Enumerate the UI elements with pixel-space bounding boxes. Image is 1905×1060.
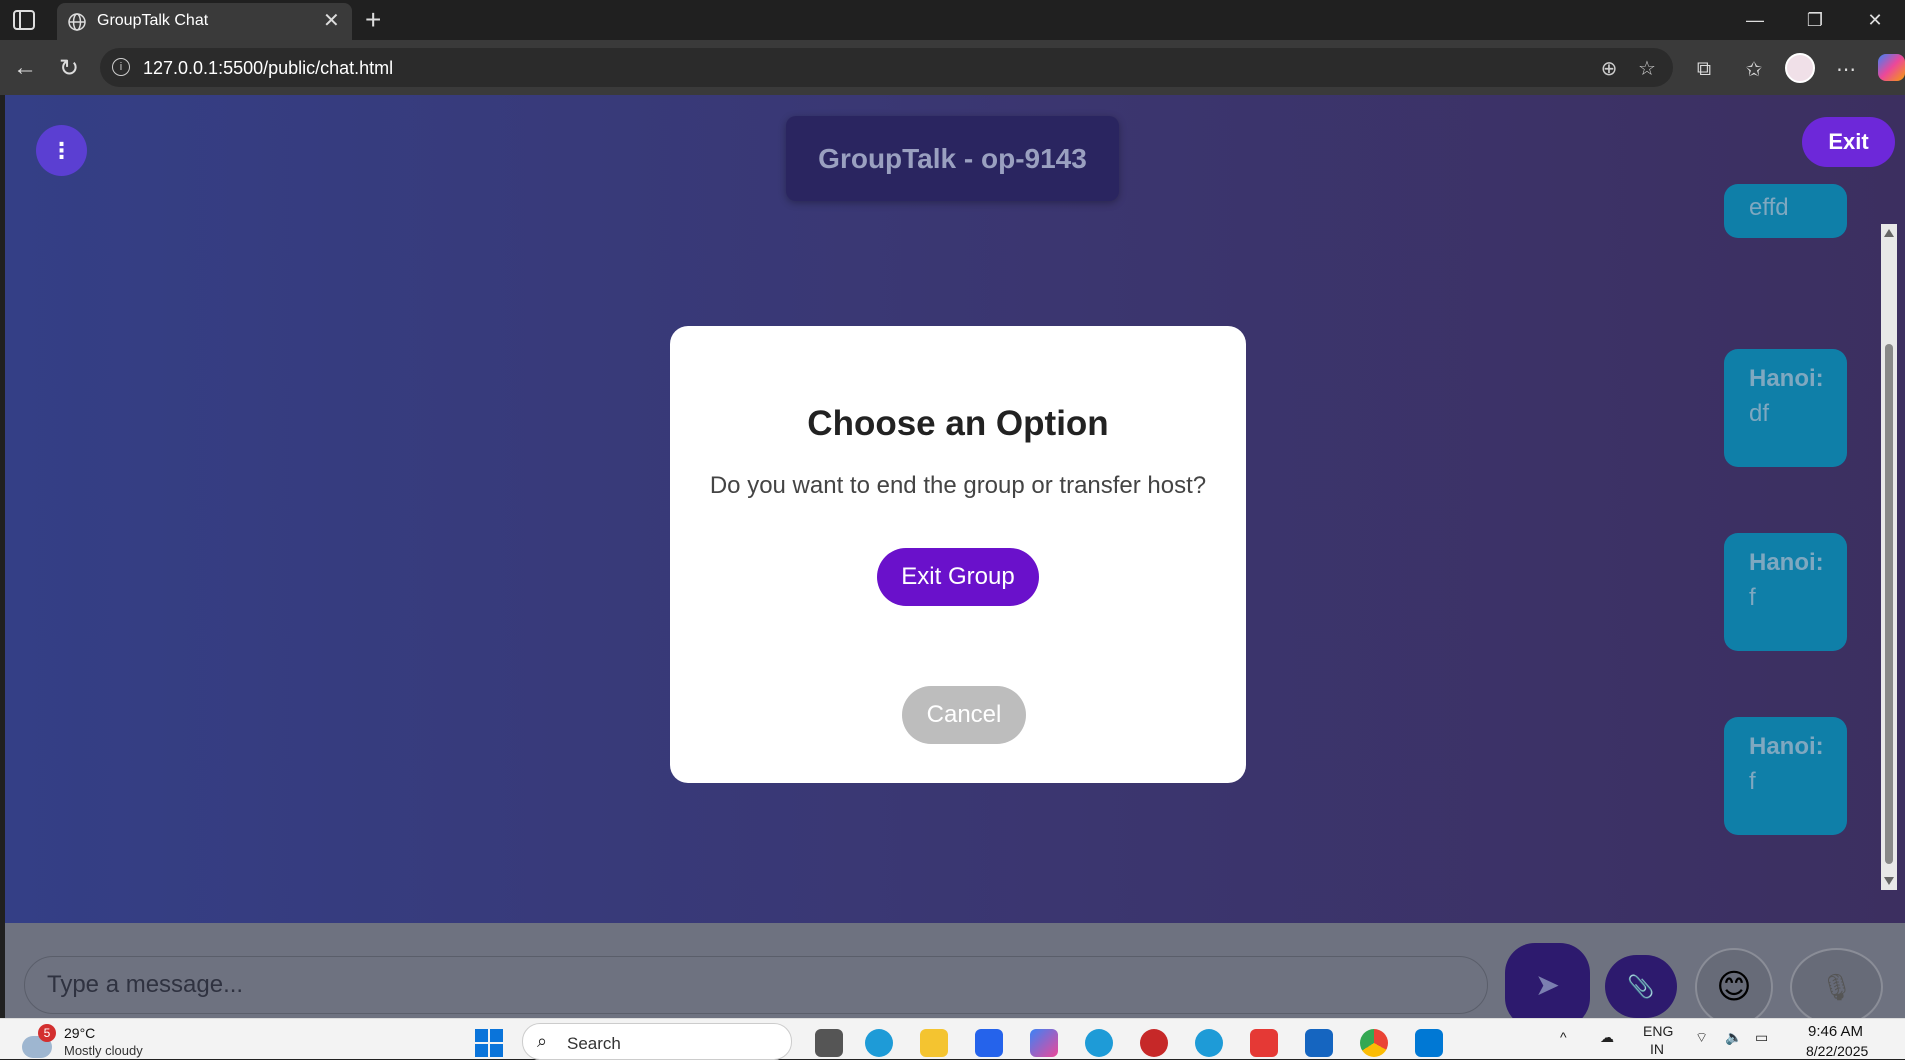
message-sender: Hanoi: (1749, 549, 1824, 576)
address-bar[interactable]: i 127.0.0.1:5500/public/chat.html ⊕ ☆ (100, 48, 1673, 87)
globe-icon (68, 13, 86, 31)
browser-tab[interactable]: GroupTalk Chat ✕ (57, 3, 352, 40)
more-options-icon[interactable]: ⋯ (1832, 55, 1860, 83)
chat-page: ⋮ GroupTalk - op-9143 Exit effd Hanoi: d… (5, 95, 1905, 1018)
message-bubble: effd (1724, 184, 1847, 238)
taskbar-search-text: Search (567, 1034, 621, 1053)
store-icon[interactable] (975, 1029, 1003, 1057)
option-modal: Choose an Option Do you want to end the … (670, 326, 1246, 783)
chrome-icon[interactable] (1360, 1029, 1388, 1057)
emoji-button[interactable]: 😊 (1695, 948, 1773, 1018)
taskbar-search[interactable]: ⌕ Search (522, 1023, 792, 1060)
minimize-button[interactable]: — (1725, 0, 1785, 40)
exit-group-button[interactable]: Exit Group (877, 548, 1039, 606)
wifi-icon[interactable]: ⌔ (1695, 1029, 1708, 1047)
group-title-box: GroupTalk - op-9143 (786, 116, 1119, 201)
language-region: IN (1650, 1041, 1664, 1057)
volume-icon[interactable]: 🔈 (1725, 1029, 1742, 1046)
restore-button[interactable]: ❐ (1785, 0, 1845, 40)
send-button[interactable]: ➤ (1505, 943, 1590, 1018)
back-arrow-icon[interactable]: ← (10, 53, 40, 83)
windows-taskbar: 5 29°C Mostly cloudy ⌕ Search ^ ☁ ENG IN… (0, 1018, 1905, 1060)
new-tab-button[interactable]: + (365, 6, 381, 34)
extensions-icon[interactable]: ⧉ (1690, 55, 1718, 83)
tab-title: GroupTalk Chat (97, 12, 209, 29)
microphone-icon: 🎙 (1819, 971, 1853, 1002)
favorite-star-icon[interactable]: ☆ (1635, 56, 1659, 80)
favorites-icon[interactable]: ✩ (1740, 55, 1768, 83)
weather-badge: 5 (38, 1024, 56, 1042)
zoom-icon[interactable]: ⊕ (1597, 56, 1621, 80)
cancel-button[interactable]: Cancel (902, 686, 1026, 744)
message-text: effd (1749, 194, 1789, 221)
group-title: GroupTalk - op-9143 (818, 142, 1087, 174)
search-icon: ⌕ (537, 1031, 548, 1051)
emoji-icon: 😊 (1716, 968, 1752, 1006)
weather-widget[interactable]: 5 29°C Mostly cloudy (22, 1024, 182, 1060)
modal-title: Choose an Option (807, 404, 1109, 443)
modal-text: Do you want to end the group or transfer… (709, 472, 1207, 499)
refresh-icon[interactable]: ↻ (54, 53, 84, 83)
send-icon: ➤ (1534, 969, 1561, 1002)
message-bubble: Hanoi: f (1724, 717, 1847, 835)
edge-dev-icon[interactable] (1195, 1029, 1223, 1057)
message-composer: ➤ 📎 😊 🎙 (5, 923, 1905, 1018)
browser-tabstrip: GroupTalk Chat ✕ + — ❐ ✕ (0, 0, 1905, 40)
battery-icon[interactable]: ▭ (1755, 1029, 1768, 1046)
message-bubble: Hanoi: f (1724, 533, 1847, 651)
scroll-thumb[interactable] (1885, 344, 1893, 864)
app-blue-icon[interactable] (1305, 1029, 1333, 1057)
message-text: f (1749, 768, 1756, 795)
messages-scrollbar[interactable] (1881, 224, 1897, 890)
message-text: df (1749, 400, 1770, 427)
language-indicator[interactable]: ENG (1643, 1023, 1673, 1039)
file-explorer-icon[interactable] (920, 1029, 948, 1057)
message-sender: Hanoi: (1749, 733, 1824, 760)
scroll-up-icon[interactable] (1884, 229, 1894, 237)
paperclip-icon: 📎 (1627, 973, 1655, 999)
onedrive-icon[interactable]: ☁ (1600, 1029, 1614, 1046)
message-sender: Hanoi: (1749, 365, 1824, 392)
attach-button[interactable]: 📎 (1605, 955, 1677, 1018)
mic-button[interactable]: 🎙 (1790, 948, 1883, 1018)
windows-start-icon[interactable] (475, 1029, 505, 1059)
copilot-app-icon[interactable] (1030, 1029, 1058, 1057)
weather-desc: Mostly cloudy (64, 1043, 143, 1058)
site-info-icon[interactable]: i (112, 58, 130, 76)
app-red-icon[interactable] (1140, 1029, 1168, 1057)
url-text[interactable]: 127.0.0.1:5500/public/chat.html (143, 58, 393, 79)
clock-date[interactable]: 8/22/2025 (1806, 1043, 1868, 1059)
vscode-icon[interactable] (1415, 1029, 1443, 1057)
exit-button[interactable]: Exit (1802, 117, 1895, 167)
message-bubble: Hanoi: df (1724, 349, 1847, 467)
message-input[interactable] (24, 956, 1488, 1014)
browser-navbar: ← ↻ i 127.0.0.1:5500/public/chat.html ⊕ … (0, 40, 1905, 95)
task-view-icon[interactable] (815, 1029, 843, 1057)
weather-temp: 29°C (64, 1025, 96, 1041)
tab-actions-icon[interactable] (12, 9, 36, 31)
profile-avatar[interactable] (1785, 53, 1815, 83)
menu-button[interactable]: ⋮ (36, 125, 87, 176)
message-text: f (1749, 584, 1756, 611)
scroll-down-icon[interactable] (1884, 877, 1894, 885)
edge-icon[interactable] (865, 1029, 893, 1057)
tab-close-icon[interactable]: ✕ (323, 11, 340, 31)
copilot-icon[interactable] (1878, 54, 1905, 81)
clock-time[interactable]: 9:46 AM (1808, 1023, 1863, 1040)
chevron-up-icon[interactable]: ^ (1560, 1029, 1567, 1045)
youtube-icon[interactable] (1250, 1029, 1278, 1057)
close-window-button[interactable]: ✕ (1845, 0, 1905, 40)
window-controls: — ❐ ✕ (1725, 0, 1905, 40)
edge-beta-icon[interactable] (1085, 1029, 1113, 1057)
